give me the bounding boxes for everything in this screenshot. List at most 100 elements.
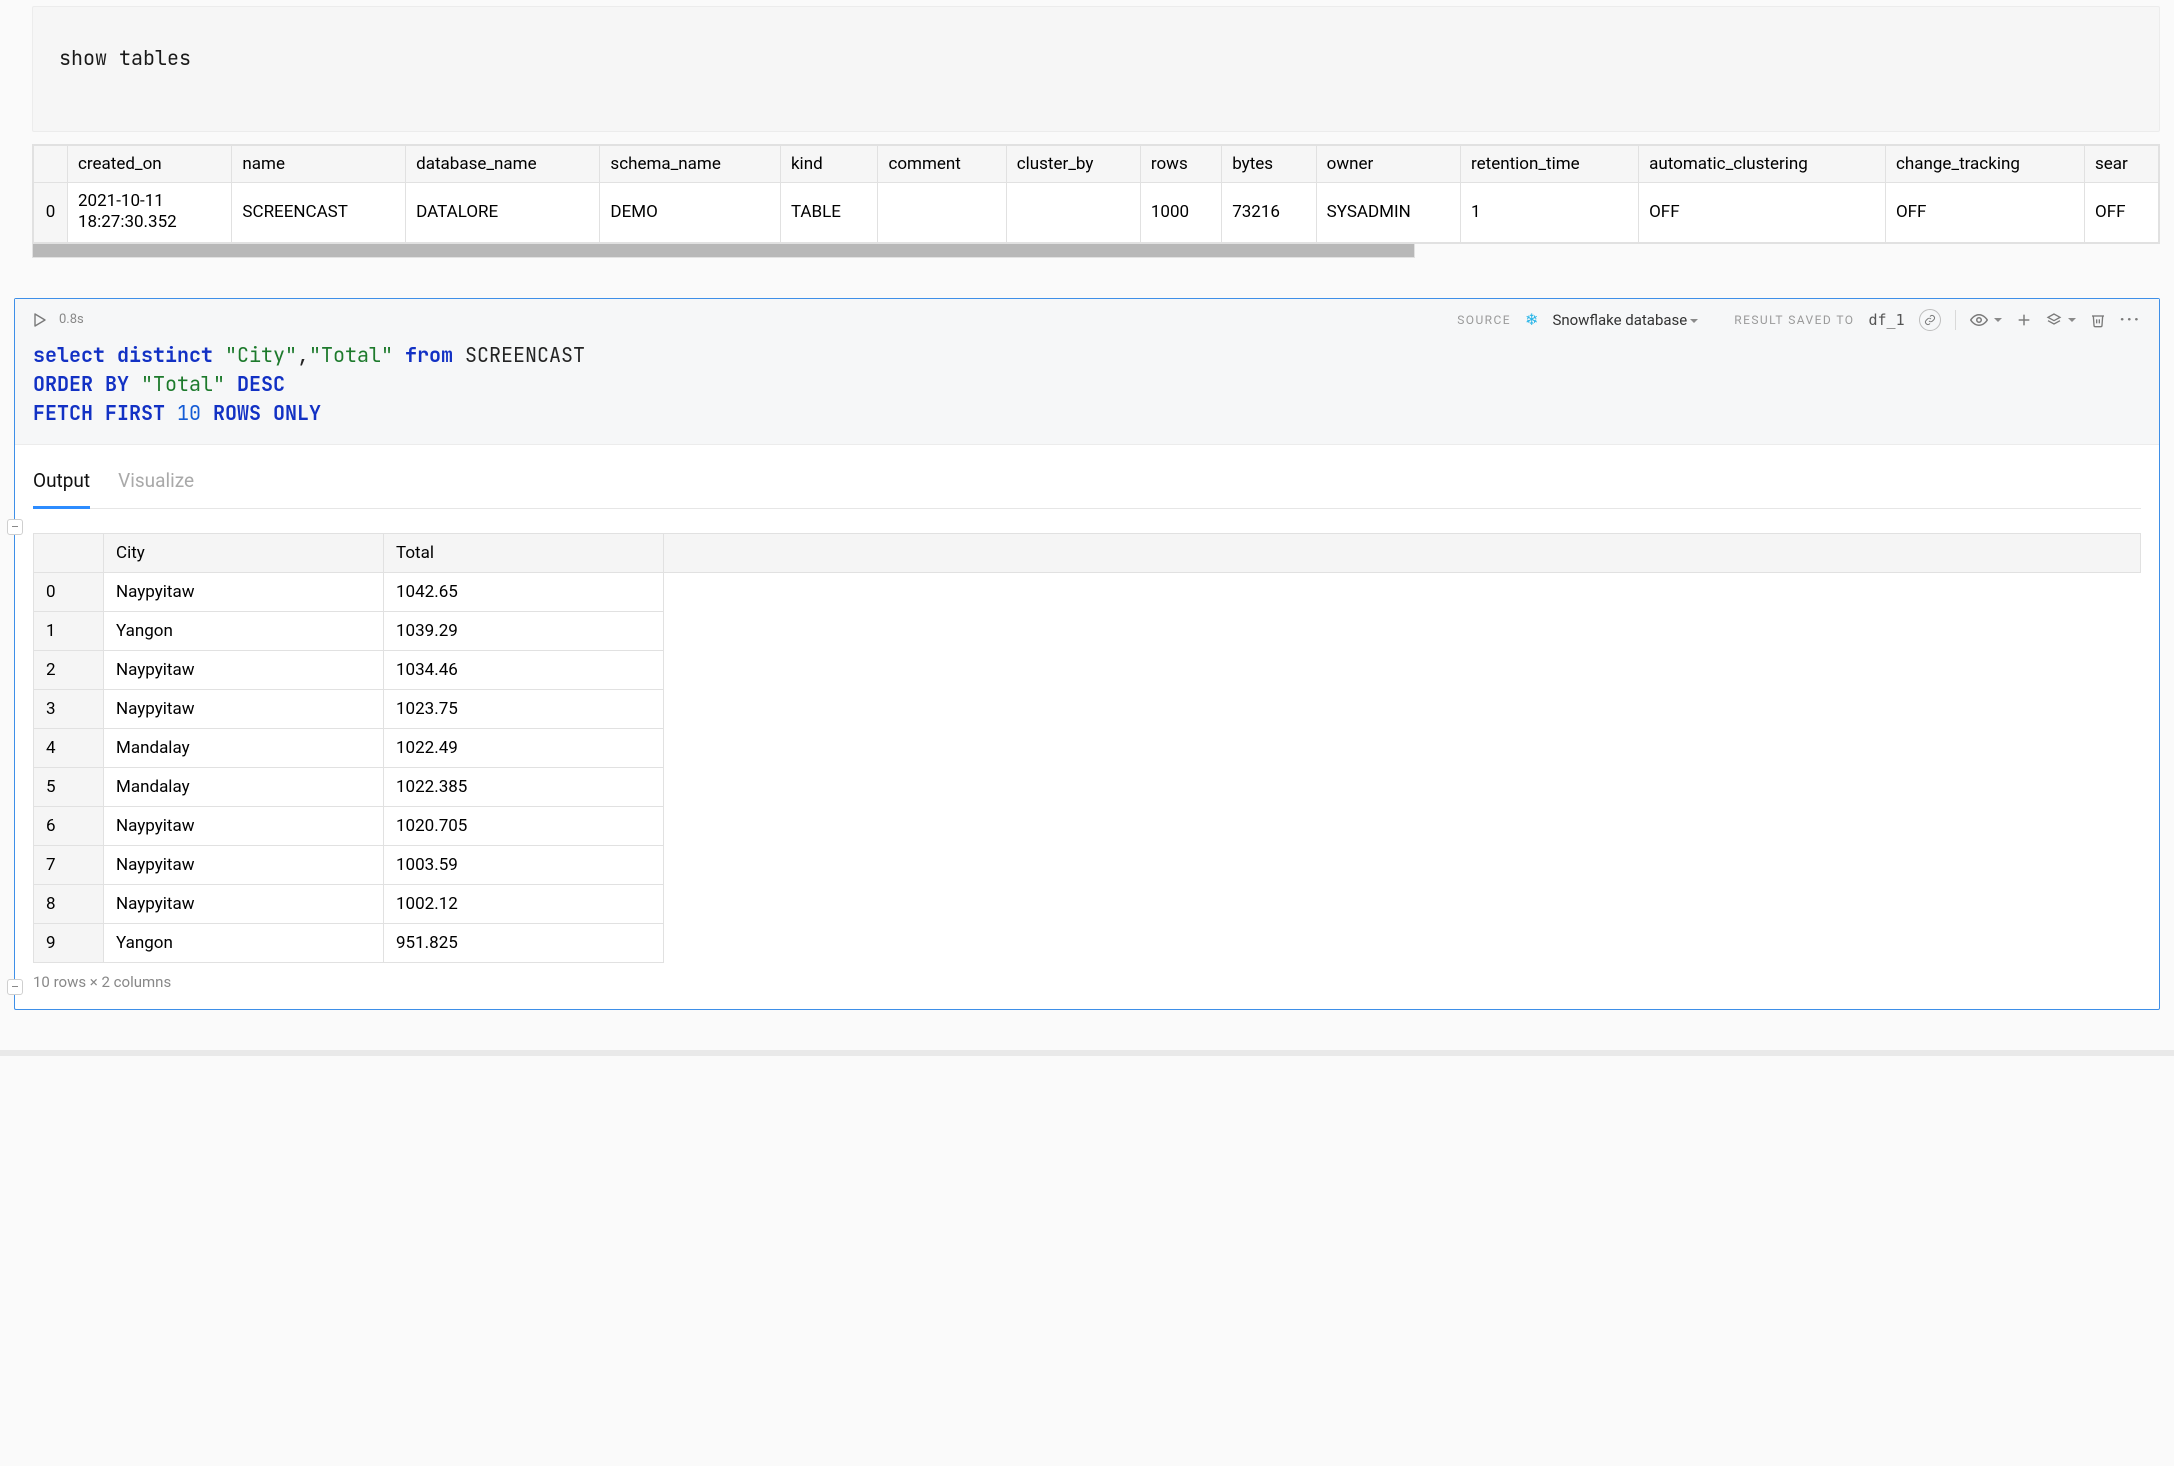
col-schema_name[interactable]: schema_name (600, 146, 781, 183)
col-database_name[interactable]: database_name (406, 146, 600, 183)
cell-city: Naypyitaw (104, 884, 384, 923)
row-index: 5 (34, 767, 104, 806)
bottom-strip (0, 1050, 2174, 1056)
toolbar-separator (1955, 310, 1956, 330)
row-index: 7 (34, 845, 104, 884)
source-select[interactable]: Snowflake database (1552, 311, 1698, 329)
ident-screencast: SCREENCAST (465, 342, 585, 368)
kw-by: BY (105, 371, 129, 397)
cell-city: Mandalay (104, 767, 384, 806)
kw-distinct: distinct (117, 342, 213, 368)
cell-total: 1020.705 (384, 806, 664, 845)
cell-total: 951.825 (384, 923, 664, 962)
row-index: 0 (34, 183, 68, 243)
layers-icon[interactable] (2046, 312, 2076, 328)
cell-automatic_clustering: OFF (1639, 183, 1886, 243)
col-bytes[interactable]: bytes (1222, 146, 1316, 183)
col-city: "City" (225, 342, 297, 368)
cell-name: SCREENCAST (232, 183, 406, 243)
execution-time: 0.8s (59, 312, 84, 327)
kw-from: from (405, 342, 453, 368)
show-tables-result-table: created_on name database_name schema_nam… (33, 145, 2159, 243)
sql-editor[interactable]: select distinct "City", "Total" from SCRE… (33, 341, 2141, 428)
created-date: 2021-10-11 (78, 191, 164, 211)
run-cell-icon[interactable] (33, 313, 47, 327)
col-change_tracking[interactable]: change_tracking (1885, 146, 2084, 183)
col-kind[interactable]: kind (780, 146, 878, 183)
cell-city: Naypyitaw (104, 572, 384, 611)
col-automatic_clustering[interactable]: automatic_clustering (1639, 146, 1886, 183)
col-rows[interactable]: rows (1140, 146, 1221, 183)
cell1-output-table-container: created_on name database_name schema_nam… (32, 144, 2160, 258)
result-table: City Total 0Naypyitaw1042.651Yangon1039.… (33, 533, 2141, 963)
cell-total: 1039.29 (384, 611, 664, 650)
cell1-code-block[interactable]: show tables (32, 6, 2160, 132)
table-row[interactable]: 0Naypyitaw1042.65 (34, 572, 2141, 611)
tab-output[interactable]: Output (33, 463, 90, 509)
more-actions-icon[interactable]: ··· (2120, 310, 2141, 330)
cell-change_tracking: OFF (1885, 183, 2084, 243)
table-row[interactable]: 0 2021-10-11 18:27:30.352 SCREENCAST DAT… (34, 183, 2159, 243)
cell-database_name: DATALORE (406, 183, 600, 243)
comma: , (297, 342, 309, 368)
col-cluster_by[interactable]: cluster_by (1006, 146, 1140, 183)
cell-kind: TABLE (780, 183, 878, 243)
horizontal-scrollbar[interactable] (32, 244, 1415, 258)
collapse-input-toggle[interactable] (7, 519, 23, 535)
collapse-output-toggle[interactable] (7, 979, 23, 995)
cell-city: Mandalay (104, 728, 384, 767)
cell-created_on: 2021-10-11 18:27:30.352 (68, 183, 232, 243)
cell-total: 1003.59 (384, 845, 664, 884)
visibility-icon[interactable] (1970, 311, 2002, 329)
cell-city: Yangon (104, 611, 384, 650)
col-comment[interactable]: comment (878, 146, 1006, 183)
col-filler (664, 533, 2141, 572)
cell-total: 1022.385 (384, 767, 664, 806)
row-index: 2 (34, 650, 104, 689)
cell-cluster_by (1006, 183, 1140, 243)
cell-sear: OFF (2085, 183, 2159, 243)
col-owner[interactable]: owner (1316, 146, 1460, 183)
col-search_optimization-cut[interactable]: sear (2085, 146, 2159, 183)
cell-total: 1002.12 (384, 884, 664, 923)
tab-visualize[interactable]: Visualize (118, 463, 194, 508)
cell1-code-text: show tables (59, 45, 191, 71)
col-total[interactable]: Total (384, 533, 664, 572)
row-index: 9 (34, 923, 104, 962)
row-index: 6 (34, 806, 104, 845)
col-city[interactable]: City (104, 533, 384, 572)
cell-city: Naypyitaw (104, 650, 384, 689)
cell-city: Naypyitaw (104, 689, 384, 728)
orderby-col: "Total" (141, 371, 225, 397)
created-time: 18:27:30.352 (78, 212, 177, 232)
row-index: 0 (34, 572, 104, 611)
source-label: SOURCE (1457, 313, 1511, 327)
kw-rows: ROWS (213, 400, 261, 426)
cell-retention_time: 1 (1461, 183, 1639, 243)
cell-comment (878, 183, 1006, 243)
output-tabs: Output Visualize (33, 463, 2141, 509)
sql-cell[interactable]: 0.8s SOURCE ❄ Snowflake database RESULT … (14, 298, 2160, 1010)
add-cell-icon[interactable] (2016, 312, 2032, 328)
row-index: 8 (34, 884, 104, 923)
kw-select: select (33, 342, 105, 368)
cell-total: 1034.46 (384, 650, 664, 689)
col-created_on[interactable]: created_on (68, 146, 232, 183)
result-caption: 10 rows × 2 columns (33, 973, 2141, 991)
link-icon[interactable] (1919, 309, 1941, 331)
filler-cell (664, 572, 2141, 962)
col-index (34, 146, 68, 183)
row-index: 4 (34, 728, 104, 767)
fetch-n: 10 (177, 400, 201, 426)
result-variable[interactable]: df_1 (1868, 311, 1904, 329)
cell-rows: 1000 (1140, 183, 1221, 243)
cell-total: 1042.65 (384, 572, 664, 611)
table-header-row: created_on name database_name schema_nam… (34, 146, 2159, 183)
col-name[interactable]: name (232, 146, 406, 183)
kw-fetch: FETCH (33, 400, 93, 426)
cell-toolbar: SOURCE ❄ Snowflake database RESULT SAVED… (1457, 309, 2141, 331)
col-retention_time[interactable]: retention_time (1461, 146, 1639, 183)
snowflake-icon: ❄ (1525, 312, 1538, 328)
delete-cell-icon[interactable] (2090, 312, 2106, 328)
col-index (34, 533, 104, 572)
